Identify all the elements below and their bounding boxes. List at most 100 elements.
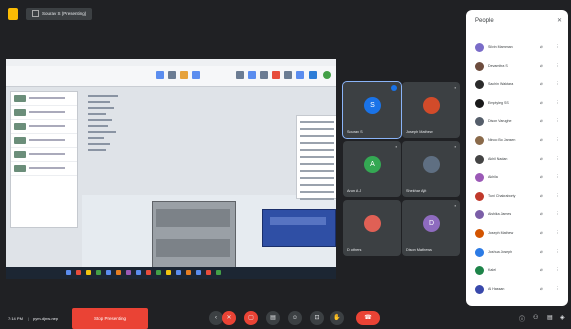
participant-row[interactable]: Al Hassan ⌀ ⋮ bbox=[466, 281, 568, 299]
tile-name: Arun A J bbox=[347, 189, 362, 193]
participant-tile[interactable]: Shekhar Ajit ▪ bbox=[402, 141, 460, 197]
more-options-icon[interactable]: ⋮ bbox=[555, 193, 560, 199]
mic-off-icon[interactable]: ⌀ bbox=[540, 211, 543, 217]
participant-tile[interactable]: D Dison Mathews ▪ bbox=[402, 200, 460, 256]
avatar bbox=[475, 154, 484, 164]
mic-off-icon[interactable]: ⌀ bbox=[540, 156, 543, 162]
stop-presenting-button[interactable]: Stop Presenting bbox=[72, 308, 148, 329]
camera-off-icon: ▢ bbox=[248, 315, 254, 321]
more-options-icon[interactable]: ⋮ bbox=[555, 267, 560, 273]
more-options-icon[interactable]: ⋮ bbox=[555, 100, 560, 106]
participant-row[interactable]: Devamitra S ⌀ ⋮ bbox=[466, 58, 568, 76]
mic-off-icon[interactable]: ⌀ bbox=[540, 100, 543, 106]
tool-icon bbox=[248, 71, 256, 79]
participant-tile[interactable]: Joseph Mathew ▪ bbox=[402, 82, 460, 138]
participant-name: Devamitra S bbox=[488, 63, 508, 68]
mic-off-icon: ▪ bbox=[454, 85, 456, 90]
participant-tile[interactable]: A Arun A J ▪ bbox=[343, 141, 401, 197]
mic-off-icon[interactable]: ⌀ bbox=[540, 267, 543, 273]
participant-row[interactable]: Silvin Mamman ⌀ ⋮ bbox=[466, 39, 568, 57]
present-button[interactable]: ⊡ bbox=[310, 311, 324, 325]
avatar bbox=[475, 173, 484, 183]
participant-row[interactable]: Emptyleg SS ⌀ ⋮ bbox=[466, 95, 568, 113]
participant-name: Silvin Mamman bbox=[488, 45, 513, 49]
participant-row[interactable]: Dison Varughe ⌀ ⋮ bbox=[466, 113, 568, 131]
participant-row[interactable]: Akhil Nadan ⌀ ⋮ bbox=[466, 151, 568, 169]
participant-row[interactable]: Aishika James ⌀ ⋮ bbox=[466, 206, 568, 224]
mic-off-icon[interactable]: ⌀ bbox=[540, 44, 543, 50]
participant-tile[interactable]: S Sourav S bbox=[342, 81, 402, 139]
mic-off-icon[interactable]: ⌀ bbox=[540, 118, 543, 124]
participant-row[interactable]: Kalel ⌀ ⋮ bbox=[466, 262, 568, 280]
avatar: A bbox=[364, 156, 381, 173]
emoji-button[interactable]: ☺ bbox=[288, 311, 302, 325]
more-options-icon[interactable]: ⋮ bbox=[555, 286, 560, 292]
participant-name: Tuni Chakraborty bbox=[488, 193, 516, 198]
tool-icon bbox=[260, 71, 268, 79]
tile-name: Sourav S bbox=[347, 130, 363, 134]
tile-name: Dison Mathews bbox=[406, 248, 432, 252]
participant-tile[interactable]: D others bbox=[343, 200, 401, 256]
captions-button[interactable]: ▤ bbox=[266, 311, 280, 325]
participant-name: Akhila bbox=[488, 175, 498, 180]
end-call-button[interactable]: ☎ bbox=[356, 311, 380, 325]
mic-off-icon[interactable]: ⌀ bbox=[540, 81, 543, 87]
parts-library bbox=[10, 91, 78, 228]
more-options-icon[interactable]: ⋮ bbox=[555, 118, 560, 124]
participant-row[interactable]: Akhila ⌀ ⋮ bbox=[466, 169, 568, 187]
avatar bbox=[475, 284, 484, 294]
more-options-icon[interactable]: ⋮ bbox=[555, 81, 560, 87]
more-options-icon[interactable]: ⋮ bbox=[555, 249, 560, 255]
more-options-icon[interactable]: ⋮ bbox=[555, 230, 560, 236]
avatar bbox=[423, 97, 440, 114]
participant-row[interactable]: Tuni Chakraborty ⌀ ⋮ bbox=[466, 188, 568, 206]
library-item bbox=[11, 134, 77, 148]
mic-off-button[interactable]: ✕ bbox=[222, 311, 236, 325]
clock: 7:14 PM bbox=[8, 316, 23, 321]
people-icon[interactable]: ⚇ bbox=[533, 314, 538, 321]
more-options-icon[interactable]: ⋮ bbox=[555, 137, 560, 143]
more-options-icon[interactable]: ⋮ bbox=[555, 63, 560, 69]
participant-row[interactable]: Joseph Mathew ⌀ ⋮ bbox=[466, 225, 568, 243]
mic-off-icon[interactable]: ⌀ bbox=[540, 174, 543, 180]
mic-off-icon[interactable]: ⌀ bbox=[540, 63, 543, 69]
hand-icon: ✋ bbox=[333, 315, 341, 321]
more-options-icon[interactable]: ⋮ bbox=[555, 174, 560, 180]
tool-icon bbox=[156, 71, 164, 79]
chat-icon[interactable]: ▤ bbox=[547, 314, 553, 321]
more-options-icon[interactable]: ⋮ bbox=[555, 156, 560, 162]
avatar bbox=[475, 247, 484, 257]
more-options-icon[interactable]: ⋮ bbox=[555, 44, 560, 50]
tool-icon bbox=[296, 71, 304, 79]
mic-off-icon: ✕ bbox=[226, 315, 232, 321]
presenter-title-text: Sourav S (Presenting) bbox=[42, 11, 87, 16]
camera-off-button[interactable]: ▢ bbox=[244, 311, 258, 325]
library-item bbox=[11, 120, 77, 134]
mic-off-icon[interactable]: ⌀ bbox=[540, 249, 543, 255]
close-icon[interactable]: ✕ bbox=[557, 17, 562, 24]
mic-off-icon[interactable]: ⌀ bbox=[540, 193, 543, 199]
avatar bbox=[475, 43, 484, 52]
mic-off-icon[interactable]: ⌀ bbox=[540, 286, 543, 292]
more-options-icon[interactable]: ⋮ bbox=[555, 211, 560, 217]
tool-icon bbox=[309, 71, 317, 79]
info-icon[interactable]: ⓘ bbox=[519, 314, 525, 323]
mic-off-icon[interactable]: ⌀ bbox=[540, 137, 543, 143]
participant-row[interactable]: Ninoo Bo Jansen ⌀ ⋮ bbox=[466, 132, 568, 150]
participant-name: Aishika James bbox=[488, 212, 512, 217]
participant-name: Al Hassan bbox=[488, 286, 505, 291]
arrow-button[interactable]: ‹ bbox=[209, 311, 223, 325]
activities-icon[interactable]: ◈ bbox=[560, 314, 565, 321]
hand-button[interactable]: ✋ bbox=[330, 311, 344, 325]
captions-icon: ▤ bbox=[270, 315, 276, 321]
participant-row[interactable]: Sachin Waktara ⌀ ⋮ bbox=[466, 76, 568, 94]
model-tree bbox=[82, 91, 138, 161]
library-item bbox=[11, 162, 77, 176]
shared-screen bbox=[6, 59, 336, 279]
meet-logo-icon bbox=[8, 8, 18, 20]
mic-off-icon[interactable]: ⌀ bbox=[540, 230, 543, 236]
mic-off-icon: ▪ bbox=[454, 144, 456, 149]
divider: | bbox=[28, 316, 30, 321]
participant-row[interactable]: Joshua Joseph ⌀ ⋮ bbox=[466, 244, 568, 262]
tile-name: Joseph Mathew bbox=[406, 130, 433, 134]
